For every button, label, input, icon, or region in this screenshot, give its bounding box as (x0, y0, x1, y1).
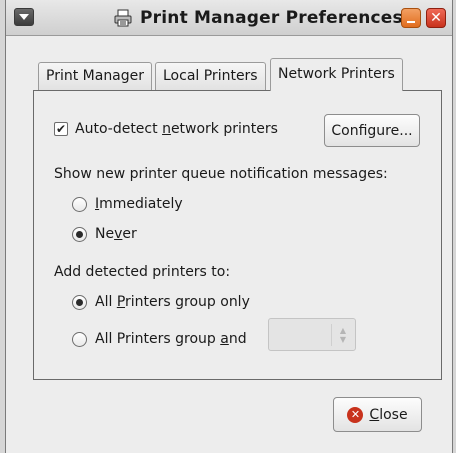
window-menu-button[interactable] (14, 8, 34, 26)
immediately-label: Immediately (95, 196, 183, 212)
radio-group-only[interactable]: All Printers group only (72, 294, 250, 310)
window-close-button[interactable]: ✕ (426, 8, 446, 28)
close-button[interactable]: ✕ Close (333, 397, 422, 432)
notify-heading-text: Show new printer queue notification mess… (54, 166, 388, 182)
checkbox-checked-icon: ✔ (54, 122, 68, 136)
tab-label: Local Printers (163, 68, 258, 84)
autodetect-checkbox[interactable]: ✔ Auto-detect network printers (54, 121, 278, 137)
group-and-label: All Printers group and (95, 331, 247, 347)
never-label: Never (95, 226, 137, 242)
tab-local-printers[interactable]: Local Printers (155, 62, 266, 90)
printer-group-combo: ▲ ▼ (268, 318, 356, 351)
window-title: Print Manager Preferences (114, 8, 403, 28)
spin-arrows-icon: ▲ ▼ (339, 326, 347, 344)
add-heading: Add detected printers to: (54, 264, 230, 280)
tab-label: Print Manager (46, 68, 145, 84)
window-title-text: Print Manager Preferences (140, 8, 403, 28)
radio-on-icon (72, 294, 87, 310)
minimize-button[interactable] (401, 8, 421, 28)
close-icon: ✕ (430, 10, 442, 26)
tab-network-printers[interactable]: Network Printers (270, 58, 403, 91)
preferences-window: Print Manager Preferences ✕ Print Manage… (5, 0, 453, 453)
configure-button[interactable]: Configure... (324, 114, 420, 147)
radio-never[interactable]: Never (72, 226, 137, 242)
window-menu-icon (19, 14, 29, 20)
autodetect-label: Auto-detect network printers (75, 121, 278, 137)
radio-off-icon (72, 331, 87, 347)
add-heading-text: Add detected printers to: (54, 264, 231, 280)
configure-label: Configure... (331, 122, 413, 139)
close-circle-icon: ✕ (347, 406, 364, 423)
notify-heading: Show new printer queue notification mess… (54, 166, 388, 182)
radio-off-icon (72, 196, 87, 212)
tab-print-manager[interactable]: Print Manager (38, 62, 153, 90)
tab-label: Network Printers (278, 66, 395, 82)
close-label: Close (369, 406, 408, 423)
combo-separator (331, 324, 332, 346)
title-bar: Print Manager Preferences ✕ (6, 0, 452, 36)
network-printers-panel: ✔ Auto-detect network printers Configure… (33, 90, 442, 380)
group-only-label: All Printers group only (95, 294, 250, 310)
radio-on-icon (72, 226, 87, 242)
printer-icon (114, 9, 132, 27)
radio-group-and[interactable]: All Printers group and (72, 331, 247, 347)
radio-immediately[interactable]: Immediately (72, 196, 183, 212)
